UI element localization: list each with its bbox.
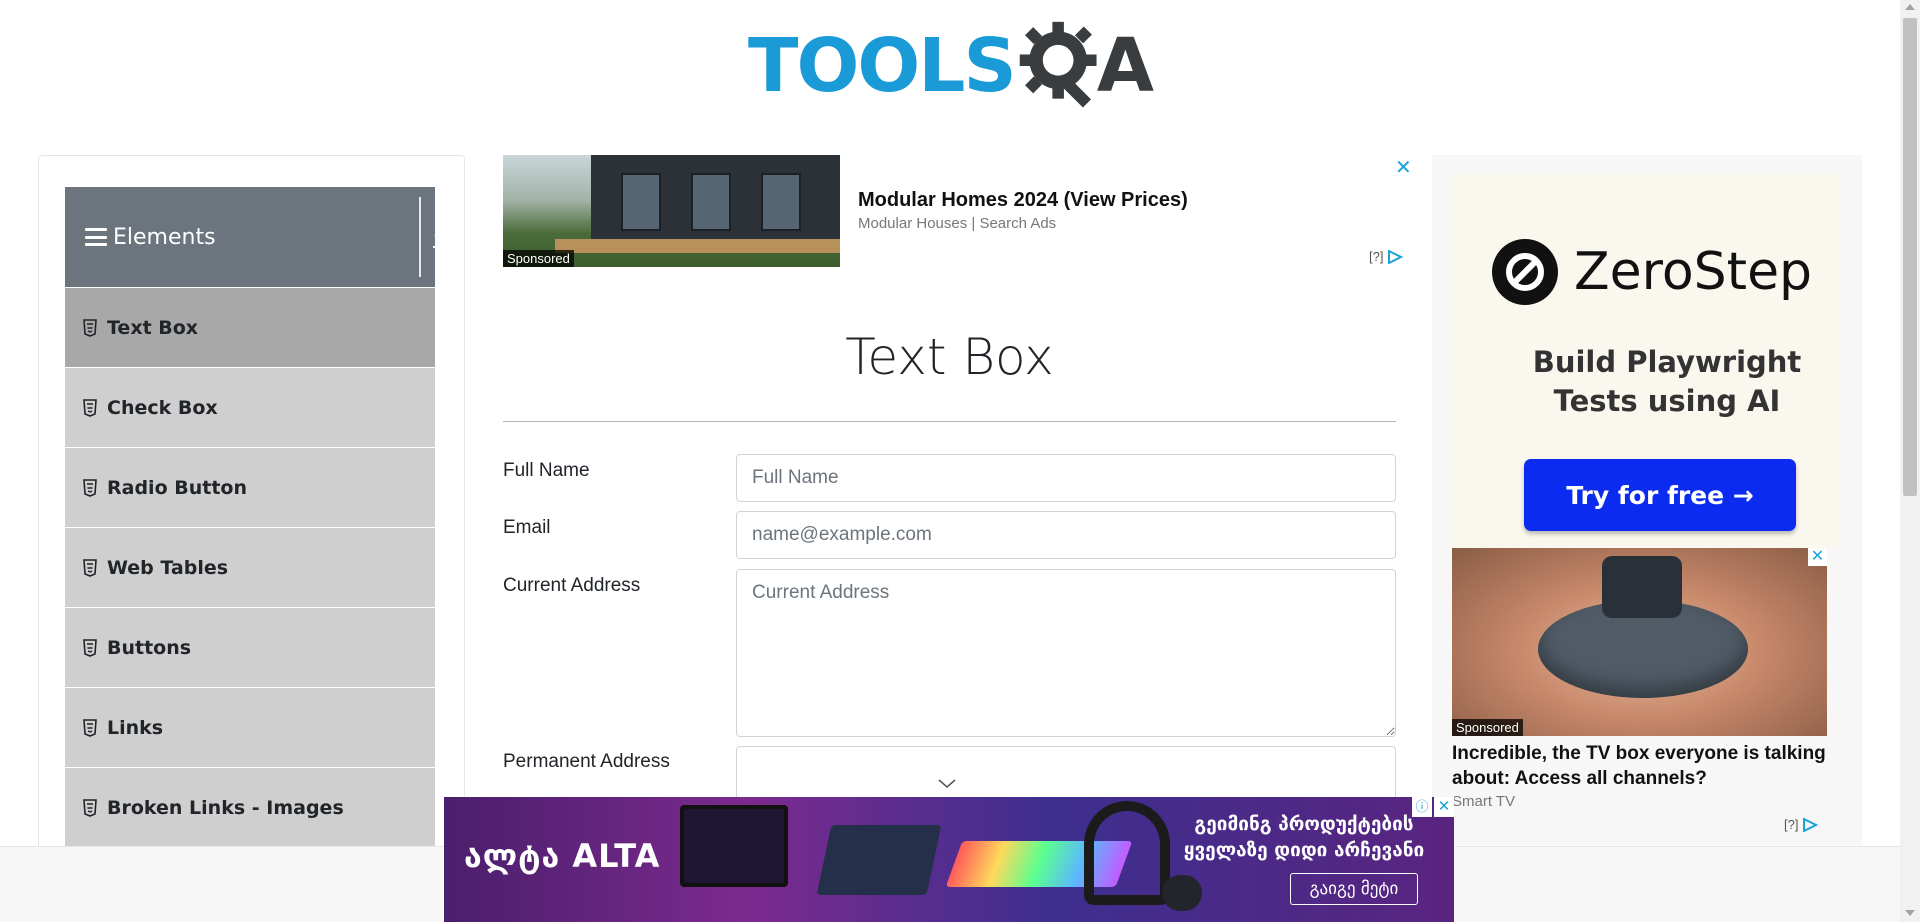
ad-close-icon[interactable]: ✕ [1434, 797, 1454, 817]
ad-choices[interactable]: [?] [1369, 249, 1404, 264]
html5-icon [83, 558, 97, 577]
sidebar-item-label: Broken Links - Images [107, 796, 344, 819]
group-title: Elements [113, 224, 216, 250]
html5-icon [83, 478, 97, 497]
tv-box-ad-image[interactable]: Sponsored ✕ [1452, 548, 1827, 736]
email-label: Email [503, 517, 551, 538]
html5-icon [83, 398, 97, 417]
zerostep-logo: ZeroStep [1492, 239, 1812, 305]
ad-title[interactable]: Modular Homes 2024 (View Prices) [858, 189, 1188, 212]
permanent-address-label: Permanent Address [503, 751, 670, 772]
current-address-label: Current Address [503, 575, 641, 596]
group-divider [419, 197, 421, 277]
ad-help-link[interactable]: [?] [1369, 249, 1383, 264]
ad-help-link[interactable]: [?] [1784, 817, 1798, 832]
sidebar-item-web-tables[interactable]: Web Tables [65, 527, 435, 607]
zerostep-ad[interactable]: ZeroStep Build Playwright Tests using AI… [1452, 173, 1842, 548]
sidebar-item-buttons[interactable]: Buttons [65, 607, 435, 687]
sidebar-item-label: Check Box [107, 396, 218, 419]
html5-icon [83, 718, 97, 737]
laptop-product [816, 825, 942, 895]
ad-choices[interactable]: [?] [1784, 817, 1819, 832]
current-address-textarea[interactable] [736, 569, 1396, 737]
adchoices-icon [1388, 249, 1404, 264]
banner-headline-line-2: ყველაზე დიდი არჩევანი [1183, 839, 1425, 861]
sidebar-item-label: Buttons [107, 636, 192, 659]
sidebar-item-label: Radio Button [107, 476, 247, 499]
tv-box-ad-subtitle[interactable]: Smart TV [1452, 793, 1515, 810]
sidebar-item-radio-button[interactable]: Radio Button [65, 447, 435, 527]
hamburger-icon [85, 228, 107, 246]
top-ad[interactable]: Sponsored Modular Homes 2024 (View Price… [503, 155, 1413, 267]
alta-logo-georgian: ალტა [464, 837, 561, 875]
upload-icon[interactable] [427, 225, 457, 251]
right-ad[interactable]: ZeroStep Build Playwright Tests using AI… [1432, 155, 1862, 845]
scrollbar-thumb[interactable] [1903, 18, 1917, 496]
bottom-banner-ad[interactable]: ალტა ALTA გეიმინგ პროდუქტების ყველაზე დი… [444, 797, 1454, 922]
sponsored-badge: Sponsored [503, 250, 574, 267]
sidebar-item-broken-links-images[interactable]: Broken Links - Images [65, 767, 435, 847]
sidebar-item-text-box[interactable]: Text Box [65, 287, 435, 367]
zerostep-logo-icon [1492, 239, 1558, 305]
ad-subtitle[interactable]: Modular Houses | Search Ads [858, 215, 1056, 232]
house-window [621, 173, 661, 231]
ad-info-icon[interactable]: ⓘ [1412, 797, 1432, 817]
chevron-down-icon [938, 779, 956, 788]
house-illustration [591, 155, 840, 251]
sidebar-item-label: Text Box [107, 316, 199, 339]
full-name-input[interactable] [736, 454, 1396, 502]
alta-logo: ალტა ALTA [464, 837, 660, 875]
tagline-line-1: Build Playwright [1532, 345, 1802, 379]
email-input[interactable] [736, 511, 1396, 559]
learn-more-button[interactable]: გაიგე მეტი [1290, 873, 1418, 905]
full-name-label: Full Name [503, 460, 590, 481]
sidebar-item-links[interactable]: Links [65, 687, 435, 767]
monitor-product [680, 805, 788, 887]
site-logo[interactable]: TOOLS A [748, 18, 1154, 114]
sidebar-item-label: Web Tables [107, 556, 229, 579]
headset-product [1084, 801, 1170, 905]
sidebar-item-label: Links [107, 716, 164, 739]
mouse-product [1162, 875, 1202, 911]
sidebar-item-check-box[interactable]: Check Box [65, 367, 435, 447]
zerostep-brand: ZeroStep [1574, 242, 1813, 302]
house-deck [555, 239, 840, 253]
title-divider [503, 421, 1396, 422]
alta-logo-latin: ALTA [572, 837, 661, 875]
zerostep-tagline: Build Playwright Tests using AI [1472, 343, 1862, 421]
html5-icon [83, 638, 97, 657]
house-window [691, 173, 731, 231]
tagline-line-2: Tests using AI [1553, 384, 1781, 418]
page-scrollbar[interactable] [1900, 0, 1920, 922]
elements-group-header[interactable]: Elements [65, 187, 451, 287]
tv-box-ad-title[interactable]: Incredible, the TV box everyone is talki… [1452, 741, 1832, 791]
page: TOOLS A Elements Text Box Check Box Radi… [0, 0, 1920, 922]
adchoices-icon [1803, 817, 1819, 832]
html5-icon [83, 318, 97, 337]
ad-close-icon[interactable]: ✕ [1808, 548, 1827, 566]
banner-headline-line-1: გეიმინგ პროდუქტების [1194, 813, 1414, 835]
ad-image-house[interactable]: Sponsored [503, 155, 840, 267]
scroll-up-arrow-icon[interactable] [1905, 4, 1915, 10]
try-for-free-button[interactable]: Try for free → [1524, 459, 1796, 531]
scroll-down-arrow-icon[interactable] [1905, 910, 1915, 916]
banner-headline: გეიმინგ პროდუქტების ყველაზე დიდი არჩევან… [1164, 811, 1444, 863]
hdmi-plug [1602, 556, 1682, 618]
ad-close-icon[interactable]: ✕ [1395, 155, 1412, 180]
house-window [761, 173, 801, 231]
page-title: Text Box [845, 328, 1054, 386]
sidebar: Elements Text Box Check Box Radio Button… [38, 155, 465, 895]
sidebar-menu: Text Box Check Box Radio Button Web Tabl… [65, 287, 435, 847]
sponsored-badge: Sponsored [1452, 719, 1523, 736]
html5-icon [83, 798, 97, 817]
logo-text-tools: TOOLS [748, 23, 1017, 109]
logo-text-a: A [1096, 23, 1154, 109]
